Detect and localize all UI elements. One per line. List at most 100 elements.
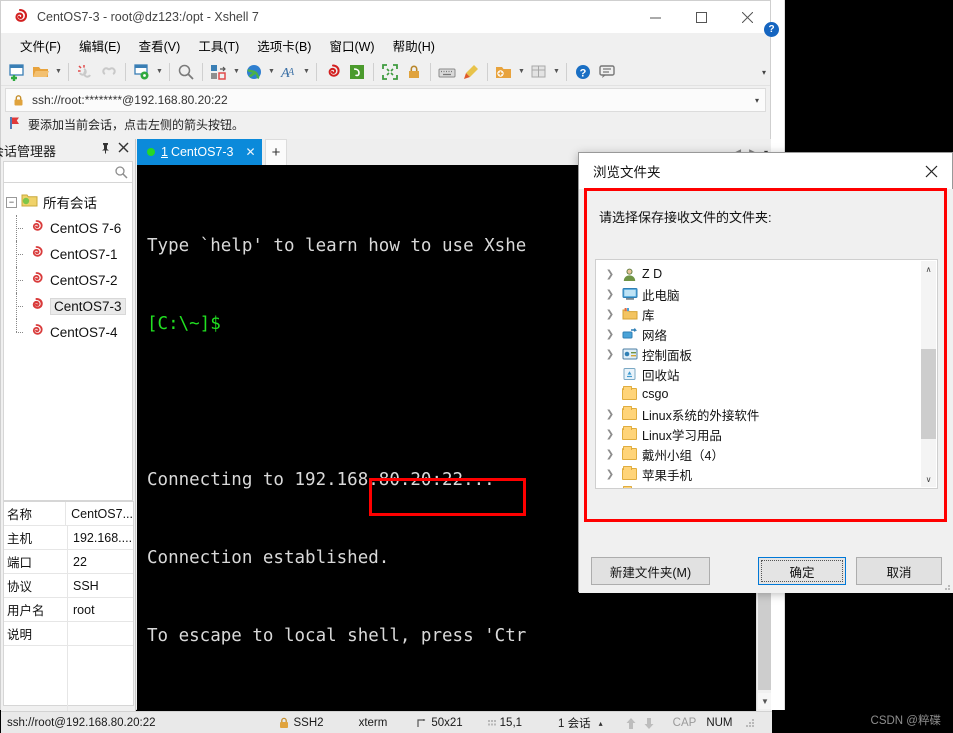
menu-edit[interactable]: 编辑(E) xyxy=(70,33,130,58)
folder-tree-item-network[interactable]: ❯ 网络 xyxy=(600,324,922,344)
property-key: 说明 xyxy=(4,622,68,645)
session-item-centos7-3[interactable]: CentOS7-3 xyxy=(4,293,132,319)
menu-tools[interactable]: 工具(T) xyxy=(189,33,248,58)
folder-tree-item-library[interactable]: ❯ 库 xyxy=(600,304,922,324)
property-row-host: 主机 192.168.... xyxy=(4,526,133,550)
scroll-down-icon[interactable]: ∨ xyxy=(921,471,936,487)
chat-icon[interactable] xyxy=(595,60,619,84)
menu-file[interactable]: 文件(F) xyxy=(11,33,70,58)
folder-tree-item-recycle-bin[interactable]: 回收站 xyxy=(600,364,922,384)
open-folder-caret-down-icon[interactable]: ▼ xyxy=(53,60,64,84)
folder-tree-item-iphone[interactable]: ❯ 苹果手机 xyxy=(600,464,922,484)
folder-tree-scrollbar-thumb[interactable] xyxy=(921,349,936,439)
dialog-resize-grip-icon[interactable] xyxy=(941,580,951,590)
layout-icon[interactable] xyxy=(207,60,231,84)
help-icon[interactable]: ? xyxy=(571,60,595,84)
session-properties-caret-down-icon[interactable]: ▼ xyxy=(154,60,165,84)
find-icon[interactable] xyxy=(174,60,198,84)
property-value: root xyxy=(73,602,95,617)
menu-view[interactable]: 查看(V) xyxy=(130,33,190,58)
folder-label: 云计算学习 xyxy=(642,485,705,489)
menu-help[interactable]: 帮助(H) xyxy=(384,33,444,58)
xshell-session-icon xyxy=(28,323,45,341)
collapse-expander-icon[interactable]: − xyxy=(6,196,17,208)
this-pc-icon xyxy=(620,286,639,302)
resize-grip-icon[interactable] xyxy=(745,712,755,733)
open-folder-icon[interactable] xyxy=(29,60,53,84)
keyboard-icon[interactable] xyxy=(435,60,459,84)
folder-tree[interactable]: ❯ Z D ❯ 此电脑 ❯ 库 ❯ 网络 ❯ 控制面板 回收站 csgo ❯ L… xyxy=(595,259,938,489)
browse-folder-dialog: 浏览文件夹 请选择保存接收文件的文件夹: ❯ Z D ❯ 此电脑 ❯ 库 ❯ 网… xyxy=(578,152,953,593)
folder-tree-item-linux-study[interactable]: ❯ Linux学习用品 xyxy=(600,424,922,444)
terminal-scrollbar-thumb[interactable] xyxy=(758,585,772,690)
split-view-caret-down-icon[interactable]: ▼ xyxy=(551,60,562,84)
chevron-right-icon[interactable]: ❯ xyxy=(600,429,620,440)
new-folder-button[interactable]: 新建文件夹(M) xyxy=(591,557,710,585)
folder-tree-item-this-pc[interactable]: ❯ 此电脑 xyxy=(600,284,922,304)
lock-icon[interactable] xyxy=(402,60,426,84)
globe-icon[interactable] xyxy=(242,60,266,84)
dialog-close-icon[interactable] xyxy=(910,153,952,189)
ok-button[interactable]: 确定 xyxy=(758,557,846,585)
new-session-icon[interactable] xyxy=(5,60,29,84)
address-caret-down-icon[interactable]: ▾ xyxy=(755,96,759,105)
toolbar-overflow-caret-down-icon[interactable]: ▾ xyxy=(762,58,766,86)
folder-tree-item-daizhou-group[interactable]: ❯ 戴州小组（4） xyxy=(600,444,922,464)
chevron-right-icon[interactable]: ❯ xyxy=(600,469,620,480)
menu-window[interactable]: 窗口(W) xyxy=(320,33,383,58)
new-tab-button[interactable]: + xyxy=(265,139,287,165)
minimize-button[interactable] xyxy=(632,1,678,33)
session-tree-root[interactable]: − 所有会话 xyxy=(4,189,132,215)
scroll-up-icon[interactable]: ∧ xyxy=(921,261,936,277)
folder-tree-item-zd[interactable]: ❯ Z D xyxy=(600,264,922,284)
font-icon[interactable]: AA xyxy=(277,60,301,84)
xftp-icon[interactable] xyxy=(345,60,369,84)
chevron-right-icon[interactable]: ❯ xyxy=(600,269,620,280)
session-item-centos7-6[interactable]: CentOS 7-6 xyxy=(4,215,132,241)
fullscreen-icon[interactable] xyxy=(378,60,402,84)
folder-tree-scrollbar[interactable]: ∧ ∨ xyxy=(921,261,936,487)
session-item-centos7-4[interactable]: CentOS7-4 xyxy=(4,319,132,345)
session-properties-icon[interactable] xyxy=(130,60,154,84)
font-caret-down-icon[interactable]: ▼ xyxy=(301,60,312,84)
add-folder-icon[interactable] xyxy=(492,60,516,84)
cancel-button[interactable]: 取消 xyxy=(856,557,942,585)
session-count-caret-up-icon[interactable]: ▴ xyxy=(599,712,603,733)
folder-tree-item-linux-external-software[interactable]: ❯ Linux系统的外接软件 xyxy=(600,404,922,424)
add-folder-caret-down-icon[interactable]: ▼ xyxy=(516,60,527,84)
status-connection: ssh://root@192.168.80.20:22 xyxy=(7,717,156,729)
chevron-right-icon[interactable]: ❯ xyxy=(600,409,620,420)
chevron-right-icon[interactable]: ❯ xyxy=(600,329,620,340)
session-search-input[interactable] xyxy=(3,161,133,183)
chevron-right-icon[interactable]: ❯ xyxy=(600,449,620,460)
disconnect-icon[interactable] xyxy=(73,60,97,84)
session-item-centos7-2[interactable]: CentOS7-2 xyxy=(4,267,132,293)
session-tree-root-label: 所有会话 xyxy=(43,196,97,211)
scroll-down-icon[interactable]: ▼ xyxy=(758,693,772,709)
pin-icon[interactable] xyxy=(100,142,111,157)
chevron-right-icon[interactable]: ❯ xyxy=(600,489,620,490)
folder-tree-item-control-panel[interactable]: ❯ 控制面板 xyxy=(600,344,922,364)
split-view-icon[interactable] xyxy=(527,60,551,84)
address-bar[interactable]: ssh://root:********@192.168.80.20:22 ▾ xyxy=(5,88,766,112)
chevron-right-icon[interactable]: ❯ xyxy=(600,309,620,320)
folder-tree-item-csgo[interactable]: csgo xyxy=(600,384,922,404)
maximize-button[interactable] xyxy=(678,1,724,33)
chevron-right-icon[interactable]: ❯ xyxy=(600,349,620,360)
chevron-right-icon[interactable]: ❯ xyxy=(600,289,620,300)
folder-tree-item-cloud-study[interactable]: ❯ 云计算学习 xyxy=(600,484,922,490)
tab-centos7-3[interactable]: 1 CentOS7-3 ✕ xyxy=(137,139,262,165)
globe-caret-down-icon[interactable]: ▼ xyxy=(266,60,277,84)
reconnect-icon[interactable] xyxy=(97,60,121,84)
session-tree[interactable]: − 所有会话 CentOS 7-6 CentOS7-1 CentOS7-2 Ce… xyxy=(3,183,133,501)
highlight-icon[interactable] xyxy=(459,60,483,84)
layout-caret-down-icon[interactable]: ▼ xyxy=(231,60,242,84)
xshell-icon[interactable] xyxy=(321,60,345,84)
session-item-centos7-1[interactable]: CentOS7-1 xyxy=(4,241,132,267)
menu-tabs[interactable]: 选项卡(B) xyxy=(248,33,320,58)
close-icon[interactable] xyxy=(118,141,129,156)
help-icon[interactable]: ? xyxy=(764,22,779,37)
tab-close-icon[interactable]: ✕ xyxy=(245,145,255,159)
status-protocol: SSH2 xyxy=(293,717,324,729)
